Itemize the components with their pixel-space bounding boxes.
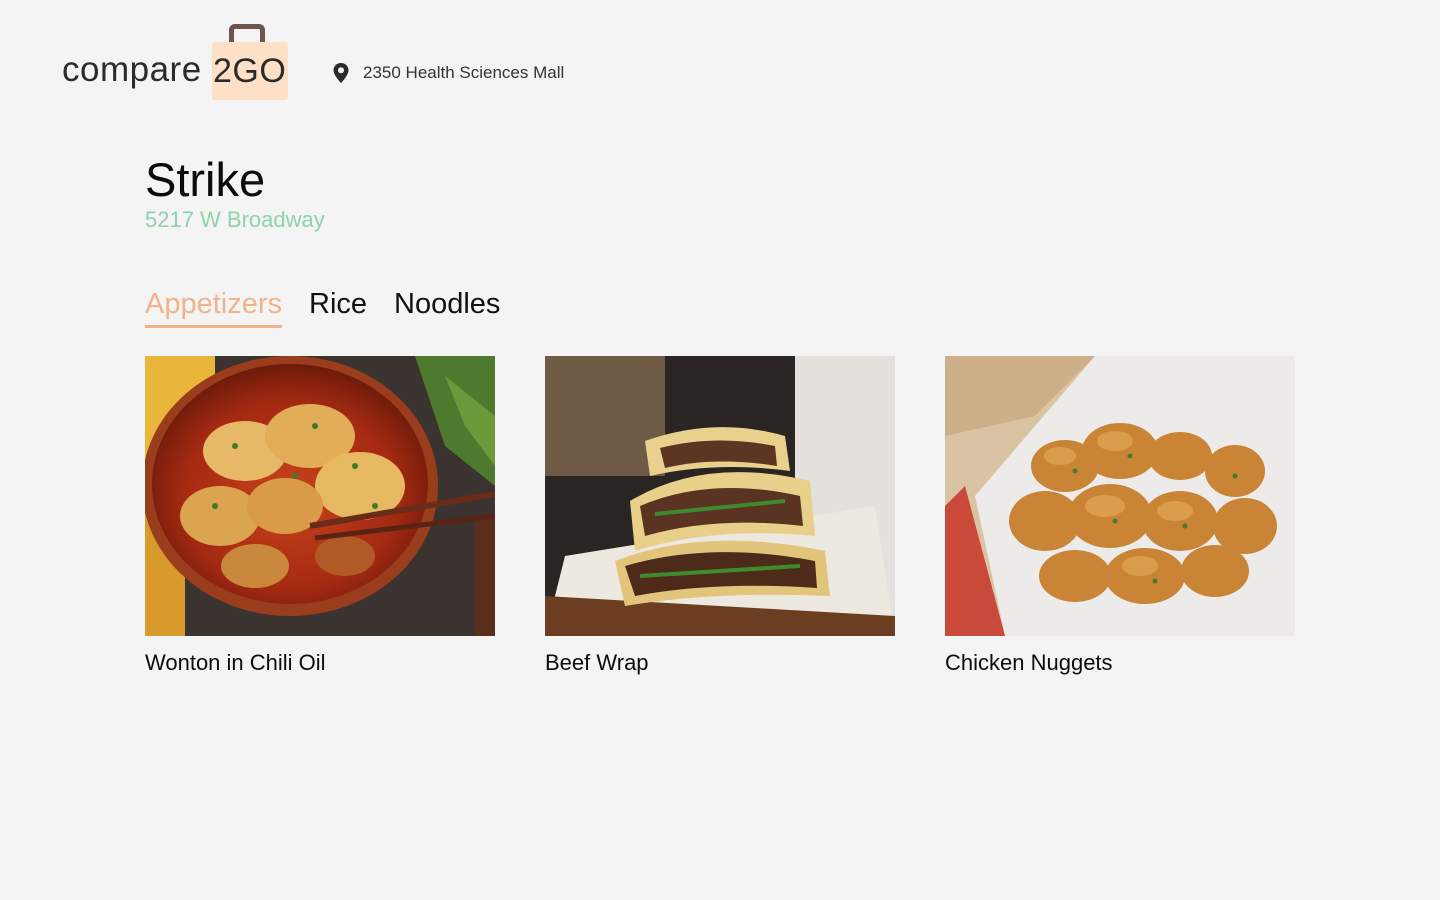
- location-address: 2350 Health Sciences Mall: [363, 63, 565, 82]
- app-logo[interactable]: compare 2GO: [62, 24, 288, 100]
- map-pin-icon: [333, 63, 349, 83]
- delivery-location[interactable]: 2350 Health Sciences Mall: [331, 62, 564, 84]
- wonton-photo: [145, 356, 495, 636]
- menu-category-tabs: Appetizers Rice Noodles: [145, 290, 500, 328]
- tab-rice[interactable]: Rice: [309, 290, 367, 328]
- menu-item-card[interactable]: Beef Wrap: [545, 356, 895, 676]
- bag-handle: [228, 24, 265, 44]
- menu-item-card[interactable]: Chicken Nuggets: [945, 356, 1295, 676]
- menu-item-grid: Wonton in Chili Oil Beef Wrap Chicken Nu…: [145, 356, 1295, 676]
- tab-appetizers[interactable]: Appetizers: [145, 290, 283, 328]
- restaurant-address[interactable]: 5217 W Broadway: [145, 209, 325, 231]
- page: compare 2GO 2350 Health Sciences Mall St…: [0, 0, 1440, 900]
- menu-item-name: Chicken Nuggets: [945, 650, 1113, 675]
- restaurant-name: Strike: [145, 153, 266, 206]
- tab-noodles[interactable]: Noodles: [394, 290, 500, 328]
- shopping-bag-icon: 2GO: [211, 24, 288, 100]
- bag-body: 2GO: [211, 42, 288, 100]
- menu-item-name: Wonton in Chili Oil: [145, 650, 326, 675]
- chicken-nuggets-photo: [945, 356, 1295, 636]
- menu-item-name: Beef Wrap: [545, 650, 649, 675]
- logo-bag-text: 2GO: [213, 52, 287, 90]
- menu-item-card[interactable]: Wonton in Chili Oil: [145, 356, 495, 676]
- logo-wordmark: compare: [62, 50, 202, 89]
- beef-wrap-photo: [545, 356, 895, 636]
